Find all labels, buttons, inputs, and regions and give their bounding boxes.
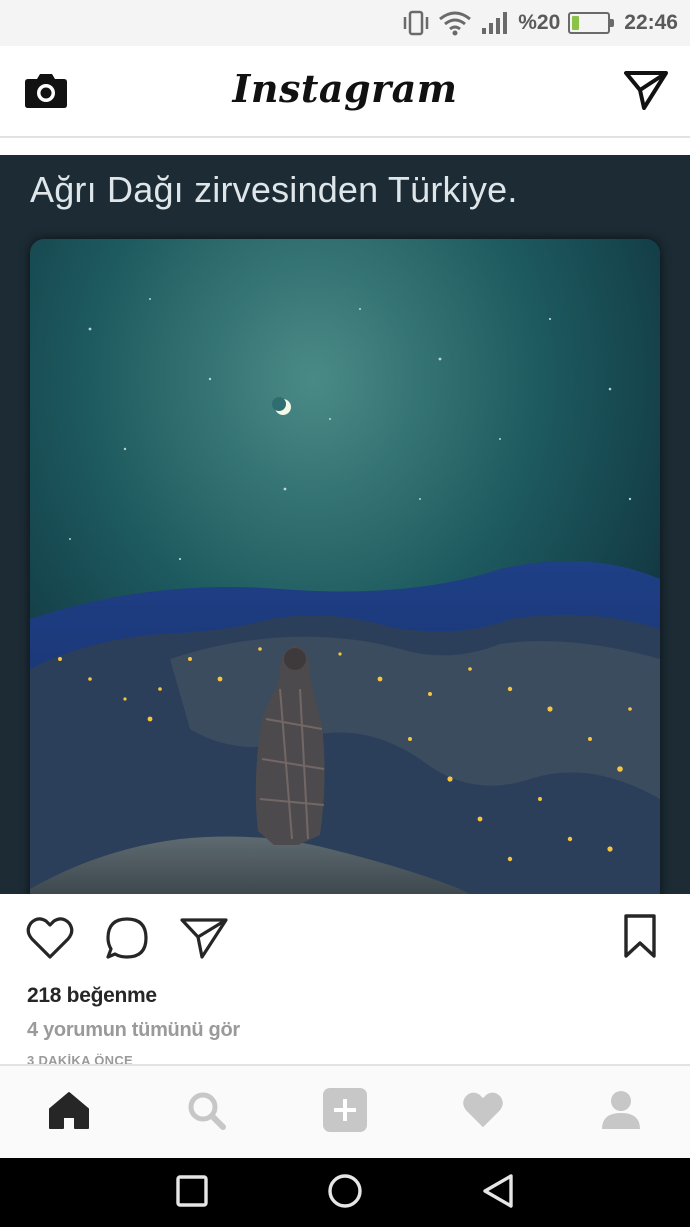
battery-icon <box>568 12 615 34</box>
nav-add-post-button[interactable] <box>319 1087 371 1138</box>
share-icon <box>180 916 228 965</box>
feed-spacer <box>0 138 690 155</box>
heart-icon <box>26 916 74 965</box>
battery-percent: %20 <box>518 11 561 34</box>
comment-icon <box>104 915 150 966</box>
recents-icon <box>175 1174 209 1213</box>
direct-message-button[interactable] <box>622 70 670 114</box>
status-bar: %20 22:46 <box>0 0 690 46</box>
system-home-button[interactable] <box>323 1172 367 1214</box>
battery-level-fill <box>572 16 580 30</box>
share-button[interactable] <box>178 914 230 966</box>
home-circle-icon <box>326 1172 364 1215</box>
bottom-navigation <box>0 1064 690 1158</box>
bookmark-icon <box>622 913 658 964</box>
save-button[interactable] <box>614 912 666 964</box>
back-button[interactable] <box>476 1172 520 1214</box>
app-title: Instagram <box>232 66 458 111</box>
post-actions <box>0 894 690 984</box>
direct-message-icon <box>624 70 668 115</box>
photo-night-scene <box>30 239 660 894</box>
like-button[interactable] <box>24 914 76 966</box>
nav-home-button[interactable] <box>43 1088 95 1136</box>
wifi-icon <box>438 10 472 36</box>
recents-button[interactable] <box>170 1172 214 1214</box>
profile-icon <box>600 1089 642 1136</box>
likes-count[interactable]: 218 beğenme <box>27 984 157 1008</box>
app-header: Instagram <box>0 46 690 138</box>
comment-button[interactable] <box>101 914 153 966</box>
nav-activity-button[interactable] <box>457 1088 509 1136</box>
activity-heart-icon <box>461 1090 505 1135</box>
status-time: 22:46 <box>624 11 678 34</box>
search-icon <box>185 1089 227 1136</box>
add-icon <box>322 1087 368 1138</box>
status-icons: %20 22:46 <box>402 8 678 38</box>
home-icon <box>47 1090 91 1135</box>
post-image[interactable]: Ağrı Dağı zirvesinden Türkiye. <box>0 155 690 894</box>
android-navigation-bar <box>0 1158 690 1227</box>
nav-profile-button[interactable] <box>595 1088 647 1136</box>
nav-search-button[interactable] <box>180 1088 232 1136</box>
signal-icon <box>480 10 510 36</box>
vibrate-icon <box>402 10 430 36</box>
image-caption-text: Ağrı Dağı zirvesinden Türkiye. <box>30 169 518 210</box>
view-all-comments-link[interactable]: 4 yorumun tümünü gör <box>27 1019 240 1042</box>
back-icon <box>479 1172 517 1215</box>
